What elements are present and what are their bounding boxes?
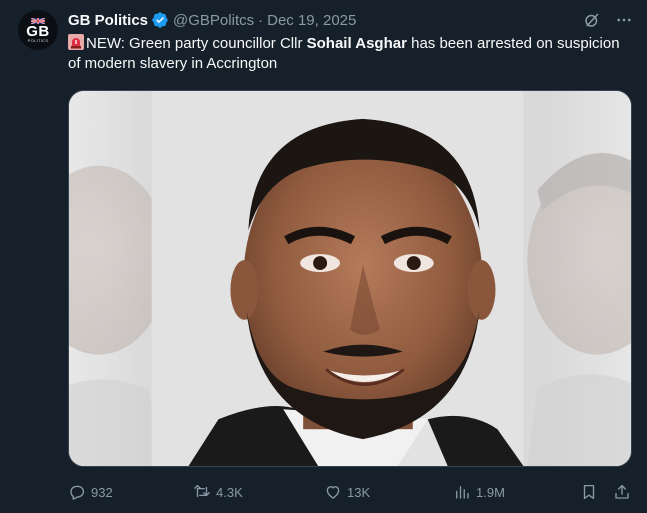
repost-icon (194, 484, 210, 498)
portrait-photo (69, 91, 631, 466)
like-count: 13K (347, 484, 371, 500)
author-handle[interactable]: @GBPolitcs (173, 12, 254, 29)
author-name[interactable]: GB Politics (68, 12, 148, 29)
bookmark-button[interactable] (580, 483, 598, 501)
views-button[interactable]: 1.9M (453, 483, 505, 501)
verified-badge-icon[interactable] (151, 11, 169, 29)
tweet-actions: 932 4.3K 13K 1.9M (68, 480, 632, 504)
views-count: 1.9M (476, 484, 505, 500)
bookmark-icon (583, 484, 595, 500)
avatar-text: GB (26, 22, 50, 40)
tweet-date[interactable]: Dec 19, 2025 (267, 12, 356, 29)
views-icon (456, 486, 469, 499)
tweet-header: GB Politics @GBPolitcs · Dec 19, 2025 (68, 10, 633, 30)
header-actions (583, 11, 633, 29)
reply-icon (70, 485, 85, 500)
reply-button[interactable]: 932 (68, 483, 113, 501)
avatar[interactable]: GB POLITICS (18, 10, 58, 50)
avatar-subtext: POLITICS (27, 37, 49, 43)
repost-button[interactable]: 4.3K (193, 483, 243, 501)
tweet-media-image[interactable] (68, 90, 632, 467)
share-icon (615, 484, 629, 499)
separator-dot: · (258, 11, 264, 29)
more-icon[interactable] (615, 11, 633, 29)
background-blur-right (527, 152, 631, 466)
tweet-text: NEW: Green party councillor Cllr Sohail … (68, 34, 628, 74)
tweet-text-part1: NEW: Green party councillor Cllr (86, 35, 307, 52)
grok-icon[interactable] (583, 11, 601, 29)
repost-count: 4.3K (216, 484, 243, 500)
siren-emoji-icon (68, 34, 84, 50)
heart-icon (326, 486, 340, 499)
like-button[interactable]: 13K (324, 483, 370, 501)
tweet-text-bold: Sohail Asghar (306, 35, 407, 52)
reply-count: 932 (91, 484, 113, 500)
share-button[interactable] (613, 483, 631, 501)
